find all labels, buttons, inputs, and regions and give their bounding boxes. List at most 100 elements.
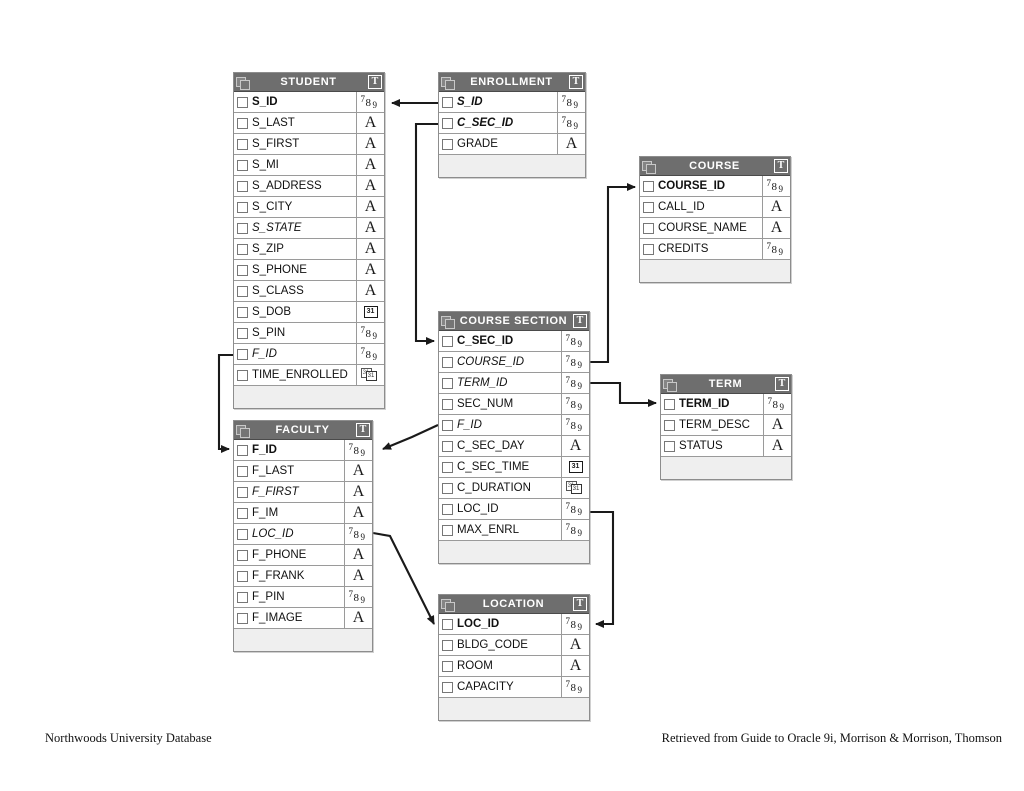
field-row[interactable]: S_ZIP A — [234, 239, 384, 260]
field-row[interactable]: S_MI A — [234, 155, 384, 176]
field-checkbox[interactable] — [664, 398, 675, 410]
field-checkbox[interactable] — [442, 524, 453, 536]
field-row[interactable]: S_PIN 7 8 9 — [234, 323, 384, 344]
field-row[interactable]: C_SEC_ID 7 8 9 — [439, 331, 589, 352]
entity-table-student[interactable]: STUDENT T S_ID 7 8 9 S_LAST A S_FIRST A S_MI A S_ADD… — [233, 72, 385, 409]
field-checkbox[interactable] — [237, 486, 248, 498]
field-checkbox[interactable] — [237, 570, 248, 582]
field-checkbox[interactable] — [237, 465, 248, 477]
field-row[interactable]: TIME_ENROLLED 3131 — [234, 365, 384, 386]
field-row[interactable]: BLDG_CODE A — [439, 635, 589, 656]
field-row[interactable]: C_SEC_TIME 31 — [439, 457, 589, 478]
field-checkbox[interactable] — [237, 201, 248, 213]
field-row[interactable]: S_STATE A — [234, 218, 384, 239]
field-checkbox[interactable] — [664, 419, 675, 431]
entity-table-enrollment[interactable]: ENROLLMENT T S_ID 7 8 9 C_SEC_ID 7 8 9 GRADE A — [438, 72, 586, 178]
field-row[interactable]: GRADE A — [439, 134, 585, 155]
field-checkbox[interactable] — [442, 503, 453, 515]
table-header[interactable]: TERM T — [661, 375, 791, 394]
field-checkbox[interactable] — [237, 507, 248, 519]
entity-table-term[interactable]: TERM T TERM_ID 7 8 9 TERM_DESC A STATUS A — [660, 374, 792, 480]
field-row[interactable]: LOC_ID 7 8 9 — [234, 524, 372, 545]
field-row[interactable]: CALL_ID A — [640, 197, 790, 218]
field-row[interactable]: C_DURATION 3131 — [439, 478, 589, 499]
field-row[interactable]: LOC_ID 7 8 9 — [439, 614, 589, 635]
field-checkbox[interactable] — [442, 117, 453, 129]
field-row[interactable]: F_IMAGE A — [234, 608, 372, 629]
field-checkbox[interactable] — [442, 639, 453, 651]
field-checkbox[interactable] — [442, 681, 453, 693]
field-row[interactable]: S_CLASS A — [234, 281, 384, 302]
field-checkbox[interactable] — [237, 612, 248, 624]
table-header[interactable]: ENROLLMENT T — [439, 73, 585, 92]
table-header[interactable]: FACULTY T — [234, 421, 372, 440]
field-row[interactable]: ROOM A — [439, 656, 589, 677]
table-header[interactable]: COURSE T — [640, 157, 790, 176]
field-row[interactable]: F_LAST A — [234, 461, 372, 482]
entity-table-location[interactable]: LOCATION T LOC_ID 7 8 9 BLDG_CODE A ROOM A CAPACIT… — [438, 594, 590, 721]
field-checkbox[interactable] — [664, 440, 675, 452]
field-row[interactable]: TERM_ID 7 8 9 — [439, 373, 589, 394]
field-checkbox[interactable] — [237, 96, 248, 108]
field-checkbox[interactable] — [237, 444, 248, 456]
field-row[interactable]: S_CITY A — [234, 197, 384, 218]
field-checkbox[interactable] — [237, 117, 248, 129]
field-checkbox[interactable] — [237, 180, 248, 192]
field-checkbox[interactable] — [442, 398, 453, 410]
field-checkbox[interactable] — [237, 285, 248, 297]
field-row[interactable]: F_FRANK A — [234, 566, 372, 587]
entity-table-faculty[interactable]: FACULTY T F_ID 7 8 9 F_LAST A F_FIRST A F_IM A LOC_I… — [233, 420, 373, 652]
field-row[interactable]: F_ID 7 8 9 — [439, 415, 589, 436]
field-row[interactable]: COURSE_NAME A — [640, 218, 790, 239]
field-row[interactable]: F_ID 7 8 9 — [234, 344, 384, 365]
field-row[interactable]: S_PHONE A — [234, 260, 384, 281]
field-checkbox[interactable] — [442, 419, 453, 431]
field-row[interactable]: CREDITS 7 8 9 — [640, 239, 790, 260]
field-checkbox[interactable] — [442, 96, 453, 108]
field-row[interactable]: S_ID 7 8 9 — [439, 92, 585, 113]
field-checkbox[interactable] — [643, 243, 654, 255]
field-row[interactable]: C_SEC_ID 7 8 9 — [439, 113, 585, 134]
field-checkbox[interactable] — [237, 159, 248, 171]
field-checkbox[interactable] — [237, 306, 248, 318]
field-checkbox[interactable] — [237, 243, 248, 255]
field-row[interactable]: MAX_ENRL 7 8 9 — [439, 520, 589, 541]
field-row[interactable]: COURSE_ID 7 8 9 — [439, 352, 589, 373]
field-row[interactable]: S_FIRST A — [234, 134, 384, 155]
field-row[interactable]: COURSE_ID 7 8 9 — [640, 176, 790, 197]
field-row[interactable]: TERM_DESC A — [661, 415, 791, 436]
field-row[interactable]: S_DOB 31 — [234, 302, 384, 323]
field-row[interactable]: S_ADDRESS A — [234, 176, 384, 197]
field-row[interactable]: S_LAST A — [234, 113, 384, 134]
field-row[interactable]: F_FIRST A — [234, 482, 372, 503]
field-row[interactable]: F_PIN 7 8 9 — [234, 587, 372, 608]
field-checkbox[interactable] — [442, 461, 453, 473]
field-checkbox[interactable] — [643, 222, 654, 234]
field-checkbox[interactable] — [237, 264, 248, 276]
field-checkbox[interactable] — [237, 549, 248, 561]
field-row[interactable]: SEC_NUM 7 8 9 — [439, 394, 589, 415]
field-checkbox[interactable] — [442, 335, 453, 347]
field-checkbox[interactable] — [442, 618, 453, 630]
field-row[interactable]: STATUS A — [661, 436, 791, 457]
field-checkbox[interactable] — [237, 138, 248, 150]
field-checkbox[interactable] — [643, 201, 654, 213]
field-checkbox[interactable] — [442, 377, 453, 389]
field-row[interactable]: C_SEC_DAY A — [439, 436, 589, 457]
field-checkbox[interactable] — [237, 348, 248, 360]
field-row[interactable]: F_IM A — [234, 503, 372, 524]
table-header[interactable]: LOCATION T — [439, 595, 589, 614]
entity-table-course[interactable]: COURSE T COURSE_ID 7 8 9 CALL_ID A COURSE_NAME A C… — [639, 156, 791, 283]
field-row[interactable]: F_PHONE A — [234, 545, 372, 566]
field-checkbox[interactable] — [442, 660, 453, 672]
field-row[interactable]: CAPACITY 7 8 9 — [439, 677, 589, 698]
field-checkbox[interactable] — [442, 482, 453, 494]
field-checkbox[interactable] — [237, 591, 248, 603]
field-checkbox[interactable] — [237, 327, 248, 339]
field-row[interactable]: S_ID 7 8 9 — [234, 92, 384, 113]
field-row[interactable]: TERM_ID 7 8 9 — [661, 394, 791, 415]
field-row[interactable]: LOC_ID 7 8 9 — [439, 499, 589, 520]
field-checkbox[interactable] — [442, 138, 453, 150]
field-checkbox[interactable] — [237, 369, 248, 381]
field-checkbox[interactable] — [237, 222, 248, 234]
